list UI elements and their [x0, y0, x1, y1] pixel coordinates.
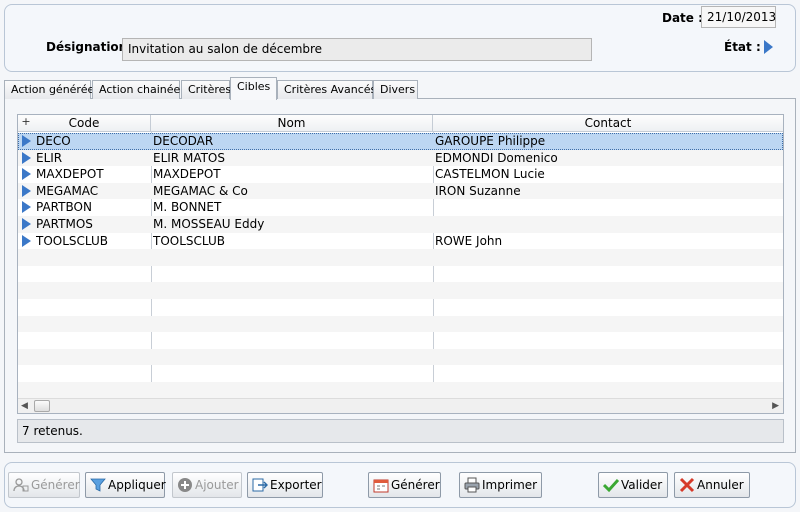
check-icon: [603, 478, 619, 493]
generer-disabled-label: Générer: [31, 478, 80, 492]
tab-criteres[interactable]: Critères: [181, 80, 231, 99]
column-header-contact[interactable]: Contact: [433, 115, 783, 132]
empty-row: [18, 299, 783, 316]
scroll-right-icon[interactable]: ▶: [772, 401, 779, 411]
table-row[interactable]: PARTMOS M. MOSSEAU Eddy: [18, 216, 783, 233]
cell-code: PARTBON: [36, 200, 92, 215]
tab-criteres-avances[interactable]: Critères Avancés: [277, 80, 376, 99]
empty-row: [18, 282, 783, 299]
plus-circle-icon: [178, 478, 192, 492]
empty-row: [18, 348, 783, 366]
row-arrow-icon: [22, 168, 31, 181]
cell-nom: TOOLSCLUB: [153, 233, 226, 248]
exporter-button[interactable]: Exporter: [247, 472, 323, 498]
annuler-label: Annuler: [697, 478, 744, 492]
table-row[interactable]: MEGAMAC MEGAMAC & Co IRON Suzanne: [18, 182, 783, 200]
generer-label: Générer: [391, 478, 440, 492]
horizontal-scrollbar[interactable]: ◀ ▶: [18, 398, 783, 413]
appliquer-label: Appliquer: [108, 478, 166, 492]
etat-label: État :: [724, 40, 761, 54]
cell-nom: M. MOSSEAU Eddy: [153, 217, 265, 231]
users-icon: [13, 478, 29, 492]
row-arrow-icon: [22, 184, 31, 197]
valider-label: Valider: [621, 478, 663, 492]
scroll-thumb[interactable]: [34, 400, 50, 412]
row-arrow-icon: [22, 135, 31, 147]
date-label: Date :: [662, 11, 703, 25]
row-arrow-icon: [22, 218, 31, 230]
annuler-button[interactable]: Annuler: [674, 472, 750, 498]
empty-row: [18, 332, 783, 349]
export-icon: [252, 478, 268, 492]
cell-nom: MAXDEPOT: [153, 167, 221, 182]
cell-contact: GAROUPE Philippe: [435, 134, 546, 148]
empty-row: [18, 382, 783, 399]
tab-action-chainee[interactable]: Action chainée: [92, 80, 180, 99]
designation-field[interactable]: Invitation au salon de décembre: [122, 38, 592, 61]
cell-code: ELIR: [36, 150, 63, 165]
status-bar: 7 retenus.: [17, 419, 784, 443]
empty-row: [18, 249, 783, 266]
column-code-label: Code: [68, 116, 100, 130]
row-arrow-icon: [22, 201, 31, 214]
valider-button[interactable]: Valider: [598, 472, 668, 498]
cell-contact: EDMONDI Domenico: [435, 150, 558, 165]
cell-nom: M. BONNET: [153, 200, 222, 215]
cell-code: PARTMOS: [36, 217, 93, 231]
grid-header: + Code Nom Contact: [18, 115, 783, 132]
cell-nom: DECODAR: [153, 134, 214, 148]
ajouter-label: Ajouter: [195, 478, 239, 492]
appliquer-button[interactable]: Appliquer: [85, 472, 166, 498]
tab-cibles[interactable]: Cibles: [230, 77, 277, 100]
imprimer-button[interactable]: Imprimer: [459, 472, 542, 498]
cell-contact: CASTELMON Lucie: [435, 167, 545, 182]
tab-divers[interactable]: Divers: [373, 80, 418, 99]
etat-arrow-icon[interactable]: [762, 37, 774, 57]
table-row[interactable]: DECO DECODAR GAROUPE Philippe: [18, 133, 783, 150]
date-field[interactable]: 21/10/2013: [701, 6, 776, 28]
cell-nom: MEGAMAC & Co: [153, 183, 248, 198]
filter-icon: [90, 478, 106, 492]
table-row[interactable]: ELIR ELIR MATOS EDMONDI Domenico: [18, 149, 783, 167]
tab-action-generee[interactable]: Action générée: [4, 80, 94, 99]
column-header-nom[interactable]: Nom: [151, 115, 433, 132]
column-header-code[interactable]: + Code: [18, 115, 151, 132]
scroll-left-icon[interactable]: ◀: [21, 401, 28, 411]
cell-contact: IRON Suzanne: [435, 183, 521, 198]
cancel-x-icon: [679, 477, 695, 493]
cell-contact: ROWE John: [435, 233, 503, 248]
row-arrow-icon: [22, 151, 31, 164]
table-row[interactable]: TOOLSCLUB TOOLSCLUB ROWE John: [18, 233, 783, 250]
cell-code: DECO: [36, 134, 71, 148]
exporter-label: Exporter: [270, 478, 322, 492]
ajouter-button[interactable]: Ajouter: [172, 472, 242, 498]
printer-icon: [464, 477, 480, 493]
generer-disabled-button[interactable]: Générer: [8, 472, 80, 498]
cell-code: TOOLSCLUB: [36, 233, 109, 248]
calendar-icon: [373, 479, 389, 493]
empty-row: [18, 365, 783, 382]
row-arrow-icon: [22, 234, 31, 247]
table-row[interactable]: PARTBON M. BONNET: [18, 199, 783, 216]
cell-nom: ELIR MATOS: [153, 150, 225, 165]
table-row[interactable]: MAXDEPOT MAXDEPOT CASTELMON Lucie: [18, 166, 783, 183]
generer-button[interactable]: Générer: [368, 472, 441, 498]
add-column-icon[interactable]: +: [19, 116, 33, 130]
targets-grid[interactable]: + Code Nom Contact DECO DECODAR GAROUPE Ph…: [17, 114, 784, 414]
imprimer-label: Imprimer: [482, 478, 538, 492]
empty-row: [18, 315, 783, 333]
cell-code: MEGAMAC: [36, 183, 99, 198]
cell-code: MAXDEPOT: [36, 167, 104, 182]
empty-row: [18, 266, 783, 283]
